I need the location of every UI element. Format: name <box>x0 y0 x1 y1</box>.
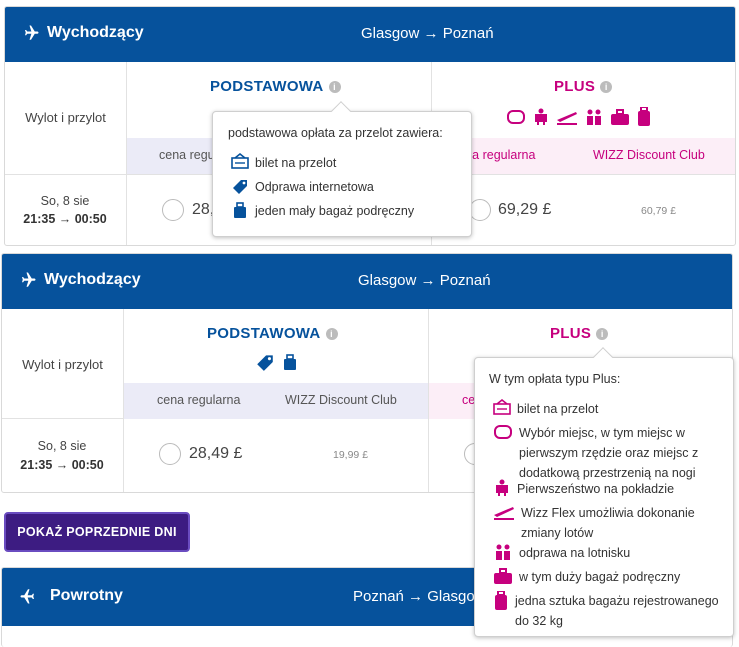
discount-club-label: WIZZ Discount Club <box>285 393 397 407</box>
direction-label: Wychodzący <box>21 24 144 42</box>
fare-basic-title-text: PODSTAWOWA <box>210 78 324 95</box>
plus-club-price: 60,79 £ <box>641 205 677 217</box>
tooltip-item-text: Wizz Flex umożliwia dokonanie zmiany lot… <box>521 506 695 540</box>
online-checkin-tag-icon <box>233 180 247 194</box>
checked-bag-icon <box>495 591 507 610</box>
fare-plus-title[interactable]: PLUS i <box>554 78 613 95</box>
online-checkin-tag-icon <box>257 355 273 371</box>
tooltip-title: podstawowa opłata za przelot zawiera: <box>228 126 443 140</box>
checked-bag-icon <box>638 107 650 126</box>
tooltip-item-text: jeden mały bagaż podręczny <box>255 204 415 218</box>
panel-header: Wychodzący Glasgow → Poznań <box>2 254 732 309</box>
plane-icon <box>20 589 34 604</box>
tooltip-item: jeden mały bagaż podręczny <box>231 201 414 221</box>
basic-price: 28, <box>192 201 215 218</box>
tooltip-item: w tym duży bagaż podręczny <box>493 567 680 587</box>
tooltip-item-text: Wybór miejsc, w tym miejsc w pierwszym r… <box>519 426 699 480</box>
fare-plus-title-text: PLUS <box>554 78 596 95</box>
route-text: Poznań → Glasgo <box>353 588 475 605</box>
airport-checkin-icon <box>587 109 601 125</box>
tooltip-item: jedna sztuka bagażu rejestrowanego do 32… <box>493 591 723 631</box>
small-cabin-bag-icon <box>234 202 246 218</box>
large-cabin-bag-icon <box>611 109 629 125</box>
small-cabin-bag-icon <box>284 354 296 370</box>
flex-icon <box>494 507 514 520</box>
plus-features-icons <box>506 107 652 127</box>
ticket-icon <box>493 399 511 415</box>
tooltip-item-text: bilet na przelot <box>255 156 337 170</box>
info-icon[interactable]: i <box>328 80 341 93</box>
airport-checkin-icon <box>496 544 510 560</box>
seat-icon <box>494 425 512 439</box>
flight-time: 21:35 → 00:50 <box>20 458 104 472</box>
fare-basic-title-text: PODSTAWOWA <box>207 325 321 342</box>
direction-text: Wychodzący <box>47 24 144 41</box>
tooltip-item-text: Odprawa internetowa <box>255 180 374 194</box>
fare-plus-title[interactable]: PLUS i <box>550 325 609 342</box>
tooltip-item-text: w tym duży bagaż podręczny <box>519 570 681 584</box>
tooltip-item-text: odprawa na lotnisku <box>519 546 631 560</box>
plane-icon <box>22 272 36 287</box>
column-label: Wylot i przylot <box>25 110 106 125</box>
basic-price: 28,49 £ <box>189 445 243 462</box>
direction-text: Wychodzący <box>44 271 141 288</box>
flex-icon <box>557 112 577 125</box>
basic-features-icons <box>255 352 299 372</box>
tooltip-item-text: Pierwszeństwo na pokładzie <box>517 482 675 496</box>
priority-boarding-icon <box>496 479 508 496</box>
seat-icon <box>507 110 525 124</box>
route-text: Glasgow → Poznań <box>358 272 491 289</box>
column-label: Wylot i przylot <box>22 357 103 372</box>
basic-fare-radio[interactable] <box>159 443 181 465</box>
basic-price-band: cena regularna WIZZ Discount Club <box>124 383 428 419</box>
discount-club-label: WIZZ Discount Club <box>593 148 705 162</box>
direction-label: Powrotny <box>18 587 123 605</box>
tooltip-item: bilet na przelot <box>231 153 336 173</box>
panel-header: Wychodzący Glasgow → Poznań <box>5 7 735 62</box>
basic-fare-radio[interactable] <box>162 199 184 221</box>
tooltip-item-text: jedna sztuka bagażu rejestrowanego do 32… <box>515 594 719 628</box>
regular-price-label: cena regularna <box>157 393 241 407</box>
show-previous-days-button[interactable]: POKAŻ POPRZEDNIE DNI <box>4 512 190 552</box>
large-cabin-bag-icon <box>494 568 512 584</box>
basic-club-price: 19,99 £ <box>333 449 369 461</box>
tooltip-item: bilet na przelot <box>493 399 598 419</box>
direction-label: Wychodzący <box>18 271 141 289</box>
tooltip-item: odprawa na lotnisku <box>493 543 630 563</box>
plus-price-band: cena regularna WIZZ Discount Club <box>432 138 735 174</box>
tooltip-item: Pierwszeństwo na pokładzie <box>493 479 674 499</box>
info-icon[interactable]: i <box>600 80 613 93</box>
route-text: Glasgow → Poznań <box>361 25 494 42</box>
fare-plus-title-text: PLUS <box>550 325 592 342</box>
plane-icon <box>25 25 39 40</box>
basic-fare-tooltip: podstawowa opłata za przelot zawiera: bi… <box>212 101 472 237</box>
fare-basic-title[interactable]: PODSTAWOWA i <box>210 78 341 95</box>
tooltip-item-text: bilet na przelot <box>517 402 599 416</box>
tooltip-item: Wizz Flex umożliwia dokonanie zmiany lot… <box>493 503 723 543</box>
tooltip-item: Odprawa internetowa <box>231 177 374 197</box>
info-icon[interactable]: i <box>325 327 338 340</box>
tooltip-title: W tym opłata typu Plus: <box>489 372 621 386</box>
fare-basic-title[interactable]: PODSTAWOWA i <box>207 325 338 342</box>
priority-boarding-icon <box>535 108 547 125</box>
plus-fare-radio[interactable] <box>469 199 491 221</box>
info-icon[interactable]: i <box>596 327 609 340</box>
plus-price: 69,29 £ <box>498 201 552 218</box>
plus-fare-tooltip: W tym opłata typu Plus: bilet na przelot… <box>474 347 734 637</box>
flight-date: So, 8 sie <box>40 194 90 208</box>
tooltip-item: Wybór miejsc, w tym miejsc w pierwszym r… <box>493 423 723 483</box>
direction-text: Powrotny <box>50 587 123 604</box>
ticket-icon <box>231 153 249 169</box>
flight-date: So, 8 sie <box>37 439 87 453</box>
flight-time: 21:35 → 00:50 <box>23 212 107 226</box>
